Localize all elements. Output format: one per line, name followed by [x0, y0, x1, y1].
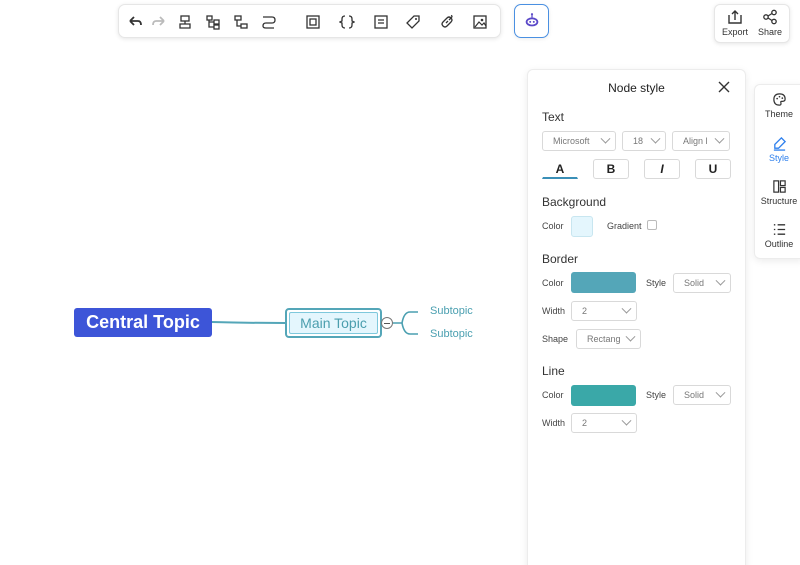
- sidebar-item-style[interactable]: Style: [755, 136, 800, 172]
- relationship-icon[interactable]: [259, 12, 279, 32]
- text-align-value: Align l: [683, 136, 708, 146]
- share-icon: [763, 9, 777, 25]
- sidebar-item-outline[interactable]: Outline: [755, 222, 800, 258]
- sidebar-item-label: Theme: [764, 109, 793, 119]
- redo-icon[interactable]: [149, 12, 169, 32]
- sidebar-item-structure[interactable]: Structure: [755, 179, 800, 215]
- panel-title: Node style: [608, 81, 665, 95]
- insert-sibling-icon[interactable]: [231, 12, 251, 32]
- main-toolbar: [118, 4, 501, 38]
- line-width-label: Width: [542, 418, 566, 428]
- shape-value: Rectang: [587, 334, 621, 344]
- sidebar-item-label: Structure: [760, 196, 798, 206]
- brush-icon: [773, 136, 786, 151]
- background-color-swatch[interactable]: [571, 216, 593, 237]
- border-section-title: Border: [542, 252, 579, 266]
- right-sidebar: Theme Style Structure Outline: [754, 84, 800, 259]
- structure-icon: [772, 180, 786, 193]
- border-width-select[interactable]: 2: [571, 301, 637, 321]
- insert-subtopic-icon[interactable]: [203, 12, 223, 32]
- summary-icon[interactable]: [337, 12, 357, 32]
- background-section-title: Background: [542, 195, 607, 209]
- border-style-select[interactable]: Solid: [673, 273, 731, 293]
- export-label: Export: [721, 27, 748, 37]
- background-color-label: Color: [542, 221, 564, 231]
- line-style-select[interactable]: Solid: [673, 385, 731, 405]
- central-topic-node[interactable]: Central Topic: [74, 308, 212, 337]
- subtopic-node[interactable]: Subtopic: [430, 328, 473, 340]
- line-width-value: 2: [582, 418, 588, 428]
- line-section-title: Line: [542, 364, 565, 378]
- undo-icon[interactable]: [125, 12, 145, 32]
- font-family-value: Microsoft: [553, 136, 590, 146]
- border-width-value: 2: [582, 306, 588, 316]
- link-icon[interactable]: [437, 12, 457, 32]
- text-section-title: Text: [542, 110, 565, 124]
- border-style-value: Solid: [684, 278, 705, 288]
- gradient-label: Gradient: [607, 221, 642, 231]
- sidebar-item-theme[interactable]: Theme: [755, 92, 800, 128]
- font-color-button[interactable]: A: [542, 159, 578, 179]
- ai-assistant-button[interactable]: [514, 4, 549, 38]
- sidebar-item-label: Style: [768, 153, 789, 163]
- bold-button[interactable]: B: [593, 159, 629, 179]
- node-style-panel: Node style Text Microsoft 18 Align l A B…: [527, 69, 746, 565]
- palette-icon: [772, 93, 786, 106]
- line-color-label: Color: [542, 390, 564, 400]
- border-color-swatch[interactable]: [571, 272, 636, 293]
- share-label: Share: [757, 27, 783, 37]
- font-size-value: 18: [633, 136, 644, 146]
- sidebar-item-label: Outline: [764, 239, 794, 249]
- font-size-select[interactable]: 18: [622, 131, 666, 151]
- close-icon[interactable]: [717, 80, 731, 94]
- italic-button[interactable]: I: [644, 159, 680, 179]
- export-share-group: Export Share: [714, 4, 790, 43]
- font-family-select[interactable]: Microsoft: [542, 131, 616, 151]
- border-color-label: Color: [542, 278, 564, 288]
- line-color-swatch[interactable]: [571, 385, 636, 406]
- shape-select[interactable]: Rectang: [576, 329, 641, 349]
- outline-icon: [773, 224, 785, 235]
- share-button[interactable]: Share: [753, 9, 787, 41]
- border-width-label: Width: [542, 306, 566, 316]
- export-icon: [728, 10, 742, 24]
- collapse-toggle-button[interactable]: [381, 317, 393, 329]
- gradient-checkbox[interactable]: [647, 220, 657, 230]
- ai-robot-icon: [525, 13, 538, 27]
- subtopic-node[interactable]: Subtopic: [430, 305, 473, 317]
- image-icon[interactable]: [470, 12, 490, 32]
- underline-button[interactable]: U: [695, 159, 731, 179]
- note-icon[interactable]: [371, 12, 391, 32]
- main-topic-node[interactable]: Main Topic: [285, 308, 382, 338]
- format-painter-icon[interactable]: [175, 12, 195, 32]
- line-width-select[interactable]: 2: [571, 413, 637, 433]
- border-style-label: Style: [646, 278, 667, 288]
- text-align-select[interactable]: Align l: [672, 131, 730, 151]
- main-topic-label: Main Topic: [289, 312, 378, 334]
- tag-icon[interactable]: [403, 12, 423, 32]
- shape-label: Shape: [542, 334, 569, 344]
- boundary-icon[interactable]: [303, 12, 323, 32]
- line-style-label: Style: [646, 390, 667, 400]
- export-button[interactable]: Export: [718, 9, 752, 41]
- line-style-value: Solid: [684, 390, 705, 400]
